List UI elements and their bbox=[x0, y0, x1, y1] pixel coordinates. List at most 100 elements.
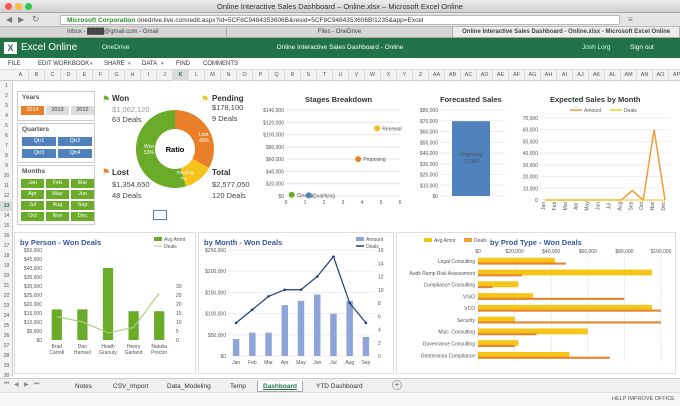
column-header-U[interactable]: U bbox=[333, 70, 349, 81]
sheet-tab-dashboard[interactable]: Dashboard bbox=[257, 381, 303, 392]
slicer-item-qtr1[interactable]: Qtr1 bbox=[22, 137, 56, 146]
row-header-20[interactable]: 20 bbox=[0, 271, 13, 281]
row-header-26[interactable]: 26 bbox=[0, 331, 13, 341]
menu-data[interactable]: DATA bbox=[142, 61, 157, 67]
menu-share[interactable]: SHARE bbox=[104, 61, 125, 67]
slicer-item-aug[interactable]: Aug bbox=[46, 201, 69, 210]
column-header-AE[interactable]: AE bbox=[493, 70, 509, 81]
slicer-item-may[interactable]: May bbox=[46, 190, 69, 199]
onedrive-link[interactable]: OneDrive bbox=[102, 44, 129, 51]
row-header-7[interactable]: 7 bbox=[0, 141, 13, 151]
column-header-Q[interactable]: Q bbox=[269, 70, 285, 81]
row-header-21[interactable]: 21 bbox=[0, 281, 13, 291]
slicer-item-apr[interactable]: Apr bbox=[21, 190, 44, 199]
row-header-29[interactable]: 29 bbox=[0, 361, 13, 371]
row-header-22[interactable]: 22 bbox=[0, 291, 13, 301]
column-header-AP[interactable]: AP bbox=[669, 70, 680, 81]
row-header-10[interactable]: 10 bbox=[0, 171, 13, 181]
row-header-8[interactable]: 8 bbox=[0, 151, 13, 161]
row-header-13[interactable]: 13 bbox=[0, 201, 13, 211]
minimize-window-button[interactable] bbox=[15, 3, 22, 10]
column-header-N[interactable]: N bbox=[221, 70, 237, 81]
column-header-R[interactable]: R bbox=[285, 70, 301, 81]
slicer-item-mar[interactable]: Mar bbox=[71, 179, 94, 188]
column-header-AK[interactable]: AK bbox=[589, 70, 605, 81]
column-header-F[interactable]: F bbox=[93, 70, 109, 81]
column-header-AJ[interactable]: AJ bbox=[573, 70, 589, 81]
column-header-L[interactable]: L bbox=[189, 70, 205, 81]
column-header-T[interactable]: T bbox=[317, 70, 333, 81]
slicer-item-2012[interactable]: 2012 bbox=[71, 106, 94, 115]
row-header-27[interactable]: 27 bbox=[0, 341, 13, 351]
slicer-item-feb[interactable]: Feb bbox=[46, 179, 69, 188]
last-sheet-icon[interactable]: ⏭ bbox=[34, 381, 39, 388]
column-header-H[interactable]: H bbox=[125, 70, 141, 81]
excel-logo-icon[interactable]: X bbox=[4, 42, 17, 54]
slicer-item-sep[interactable]: Sep bbox=[71, 201, 94, 210]
column-header-AN[interactable]: AN bbox=[637, 70, 653, 81]
sign-out-link[interactable]: Sign out bbox=[630, 44, 654, 51]
row-header-19[interactable]: 19 bbox=[0, 261, 13, 271]
column-header-B[interactable]: B bbox=[29, 70, 45, 81]
next-sheet-icon[interactable]: ▶ bbox=[24, 381, 29, 388]
browser-tab-onedrive[interactable]: Files - OneDrive bbox=[227, 27, 454, 37]
slicer-item-qtr2[interactable]: Qtr2 bbox=[58, 137, 92, 146]
column-header-P[interactable]: P bbox=[253, 70, 269, 81]
browser-tab-excel[interactable]: Online Interactive Sales Dashboard - Onl… bbox=[453, 27, 680, 37]
sheet-tab-temp[interactable]: Temp bbox=[225, 381, 251, 392]
browser-tab-gmail[interactable]: Inbox - ████@gmail.com - Gmail bbox=[0, 27, 227, 37]
reader-icon[interactable]: ≡ bbox=[628, 15, 633, 24]
row-header-4[interactable]: 4 bbox=[0, 111, 13, 121]
slicer-item-jul[interactable]: Jul bbox=[21, 201, 44, 210]
column-header-Z[interactable]: Z bbox=[413, 70, 429, 81]
column-header-AC[interactable]: AC bbox=[461, 70, 477, 81]
row-header-9[interactable]: 9 bbox=[0, 161, 13, 171]
column-header-V[interactable]: V bbox=[349, 70, 365, 81]
row-header-17[interactable]: 17 bbox=[0, 241, 13, 251]
sheet-tab-notes[interactable]: Notes bbox=[70, 381, 97, 392]
slicer-item-jan[interactable]: Jan bbox=[21, 179, 44, 188]
menu-file[interactable]: FILE bbox=[8, 61, 21, 67]
column-header-AH[interactable]: AH bbox=[541, 70, 557, 81]
back-icon[interactable]: ◀ bbox=[6, 15, 12, 24]
column-header-G[interactable]: G bbox=[109, 70, 125, 81]
column-header-A[interactable]: A bbox=[13, 70, 29, 81]
sheet-tab-ytd-dashboard[interactable]: YTD Dashboard bbox=[311, 381, 368, 392]
row-header-25[interactable]: 25 bbox=[0, 321, 13, 331]
column-header-O[interactable]: O bbox=[237, 70, 253, 81]
menu-find[interactable]: FIND bbox=[176, 61, 190, 67]
row-header-1[interactable]: 1 bbox=[0, 81, 13, 91]
add-sheet-icon[interactable]: + bbox=[392, 380, 402, 390]
reload-icon[interactable]: ↻ bbox=[32, 14, 40, 25]
column-header-AD[interactable]: AD bbox=[477, 70, 493, 81]
column-header-AI[interactable]: AI bbox=[557, 70, 573, 81]
column-header-Y[interactable]: Y bbox=[397, 70, 413, 81]
user-name[interactable]: Josh Lorg bbox=[582, 44, 611, 51]
row-header-15[interactable]: 15 bbox=[0, 221, 13, 231]
column-header-J[interactable]: J bbox=[157, 70, 173, 81]
column-header-S[interactable]: S bbox=[301, 70, 317, 81]
sheet-tab-data-modeling[interactable]: Data_Modeling bbox=[162, 381, 216, 392]
row-header-12[interactable]: 12 bbox=[0, 191, 13, 201]
row-header-5[interactable]: 5 bbox=[0, 121, 13, 131]
row-header-24[interactable]: 24 bbox=[0, 311, 13, 321]
column-header-AA[interactable]: AA bbox=[429, 70, 445, 81]
column-header-M[interactable]: M bbox=[205, 70, 221, 81]
slicer-item-qtr4[interactable]: Qtr4 bbox=[58, 149, 92, 158]
zoom-window-button[interactable] bbox=[25, 3, 32, 10]
column-header-X[interactable]: X bbox=[381, 70, 397, 81]
slicer-item-qtr3[interactable]: Qtr3 bbox=[22, 149, 56, 158]
menu-comments[interactable]: COMMENTS bbox=[203, 61, 238, 67]
column-header-I[interactable]: I bbox=[141, 70, 157, 81]
prev-sheet-icon[interactable]: ◀ bbox=[14, 381, 19, 388]
row-header-6[interactable]: 6 bbox=[0, 131, 13, 141]
close-window-button[interactable] bbox=[5, 3, 12, 10]
menu-edit-workbook[interactable]: EDIT WORKBOOK bbox=[38, 61, 89, 67]
column-header-C[interactable]: C bbox=[45, 70, 61, 81]
slicer-item-oct[interactable]: Oct bbox=[21, 212, 44, 221]
column-header-AB[interactable]: AB bbox=[445, 70, 461, 81]
row-header-16[interactable]: 16 bbox=[0, 231, 13, 241]
column-header-AL[interactable]: AL bbox=[605, 70, 621, 81]
column-header-E[interactable]: E bbox=[77, 70, 93, 81]
column-header-W[interactable]: W bbox=[365, 70, 381, 81]
